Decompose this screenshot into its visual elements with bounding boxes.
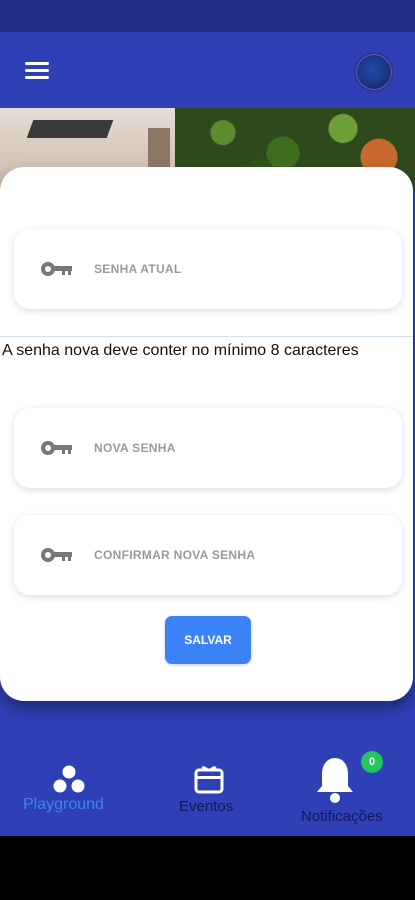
tab-eventos-label: Eventos (179, 798, 234, 815)
menu-icon-line (25, 62, 49, 65)
key-icon (41, 441, 72, 455)
key-icon (41, 548, 72, 562)
password-hint: A senha nova deve conter no mínimo 8 car… (2, 342, 359, 359)
current-password-field[interactable]: SENHA ATUAL (14, 229, 402, 309)
system-navigation-bar (0, 836, 415, 900)
new-password-placeholder: NOVA SENHA (94, 441, 176, 455)
gift-icon (194, 766, 224, 794)
bell-icon (317, 758, 353, 803)
save-button[interactable]: SALVAR (165, 616, 251, 664)
divider (0, 336, 413, 337)
app-bar (0, 32, 415, 108)
tab-playground-label: Playground (23, 796, 104, 813)
confirm-password-field[interactable]: CONFIRMAR NOVA SENHA (14, 515, 402, 595)
menu-icon-line (25, 76, 49, 79)
bottom-navigation: Playground Eventos Notificações 0 (0, 740, 415, 836)
tab-eventos[interactable]: Eventos (160, 740, 260, 836)
current-password-placeholder: SENHA ATUAL (94, 262, 182, 276)
new-password-field[interactable]: NOVA SENHA (14, 408, 402, 488)
avatar[interactable] (354, 52, 394, 92)
confirm-password-placeholder: CONFIRMAR NOVA SENHA (94, 548, 256, 562)
status-bar (0, 0, 415, 32)
tab-playground[interactable]: Playground (10, 740, 130, 836)
tab-notificacoes-label: Notificações (301, 808, 383, 825)
menu-button[interactable] (20, 58, 56, 84)
menu-icon-line (25, 69, 49, 72)
change-password-card: SENHA ATUAL A senha nova deve conter no … (0, 167, 413, 701)
notification-count-badge: 0 (361, 751, 383, 773)
tab-notificacoes[interactable]: Notificações (290, 740, 410, 836)
key-icon (41, 262, 72, 276)
playground-icon (53, 765, 85, 793)
